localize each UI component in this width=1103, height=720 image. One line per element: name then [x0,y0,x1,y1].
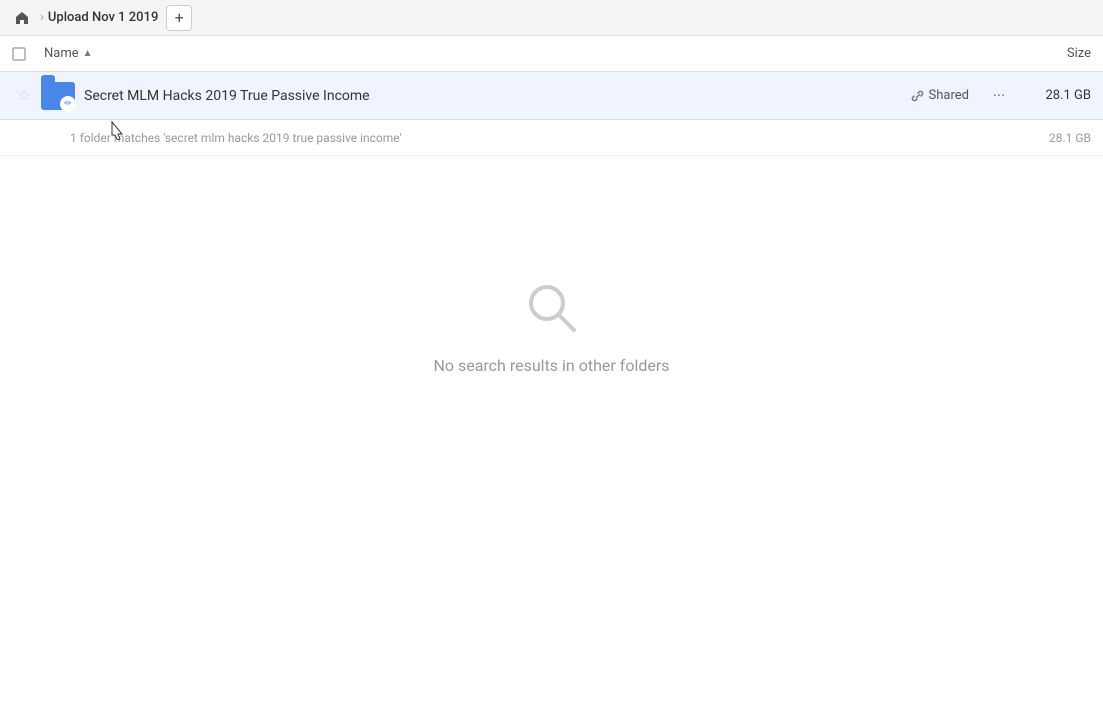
folder-badge: ✏ [60,96,76,112]
shared-label: Shared [929,88,969,103]
select-all-checkbox[interactable] [12,47,44,61]
pencil-icon: ✏ [64,99,72,109]
link-icon [911,89,925,103]
star-icon: ☆ [18,88,31,104]
more-options-button[interactable]: ··· [985,82,1013,110]
shared-badge: Shared [911,88,969,103]
file-row[interactable]: ☆ ✏ Secret MLM Hacks 2019 True Passive I… [0,72,1103,120]
size-column-header[interactable]: Size [1011,46,1091,61]
breadcrumb-bar: › Upload Nov 1 2019 + [0,0,1103,36]
empty-state: No search results in other folders [0,156,1103,375]
sort-indicator: ▲ [83,48,93,59]
search-empty-icon [520,276,584,340]
summary-row: 1 folder matches 'secret mlm hacks 2019 … [0,120,1103,156]
file-name: Secret MLM Hacks 2019 True Passive Incom… [84,88,911,104]
breadcrumb-label: Upload Nov 1 2019 [48,10,158,25]
summary-size: 28.1 GB [1021,131,1091,145]
file-size: 28.1 GB [1021,88,1091,103]
column-header-row: Name ▲ Size [0,36,1103,72]
empty-state-text: No search results in other folders [433,356,669,375]
name-column-header[interactable]: Name ▲ [44,46,1011,61]
more-dots-icon: ··· [993,86,1006,105]
breadcrumb-separator: › [40,10,44,25]
home-icon [14,10,30,26]
checkbox-icon [12,47,26,61]
summary-text: 1 folder matches 'secret mlm hacks 2019 … [70,131,1021,145]
add-button[interactable]: + [166,5,192,31]
home-button[interactable] [8,4,36,32]
star-button[interactable]: ☆ [12,88,36,104]
folder-icon: ✏ [40,78,76,114]
